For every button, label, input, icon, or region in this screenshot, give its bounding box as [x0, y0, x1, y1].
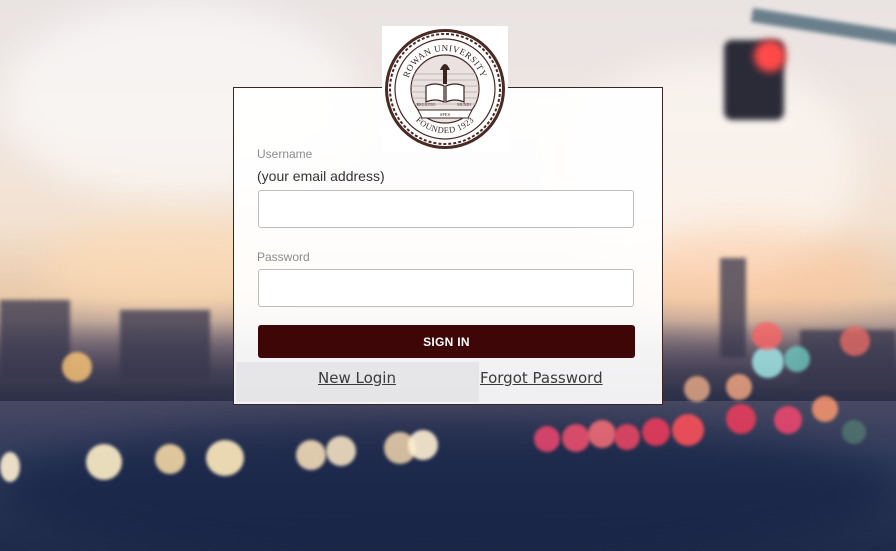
sign-in-button[interactable]: SIGN IN — [258, 325, 635, 358]
username-input[interactable] — [258, 190, 634, 228]
password-input[interactable] — [258, 269, 634, 307]
seal-ribbon-left: REGIOTIO — [417, 102, 436, 107]
username-hint: (your email address) — [257, 168, 385, 184]
university-seal-logo: ROWAN UNIVERSITY FOUNDED 1923 SPES REGIO… — [382, 26, 508, 152]
password-label: Password — [257, 250, 310, 264]
seal-ribbon-right: MUNDI — [457, 102, 471, 107]
new-login-link[interactable]: New Login — [318, 369, 396, 387]
login-page: ROWAN UNIVERSITY FOUNDED 1923 SPES REGIO… — [0, 0, 896, 551]
username-label: Username — [257, 147, 313, 161]
seal-icon: ROWAN UNIVERSITY FOUNDED 1923 SPES REGIO… — [385, 29, 505, 149]
seal-ribbon-center: SPES — [440, 112, 451, 117]
forgot-password-link[interactable]: Forgot Password — [480, 369, 603, 387]
